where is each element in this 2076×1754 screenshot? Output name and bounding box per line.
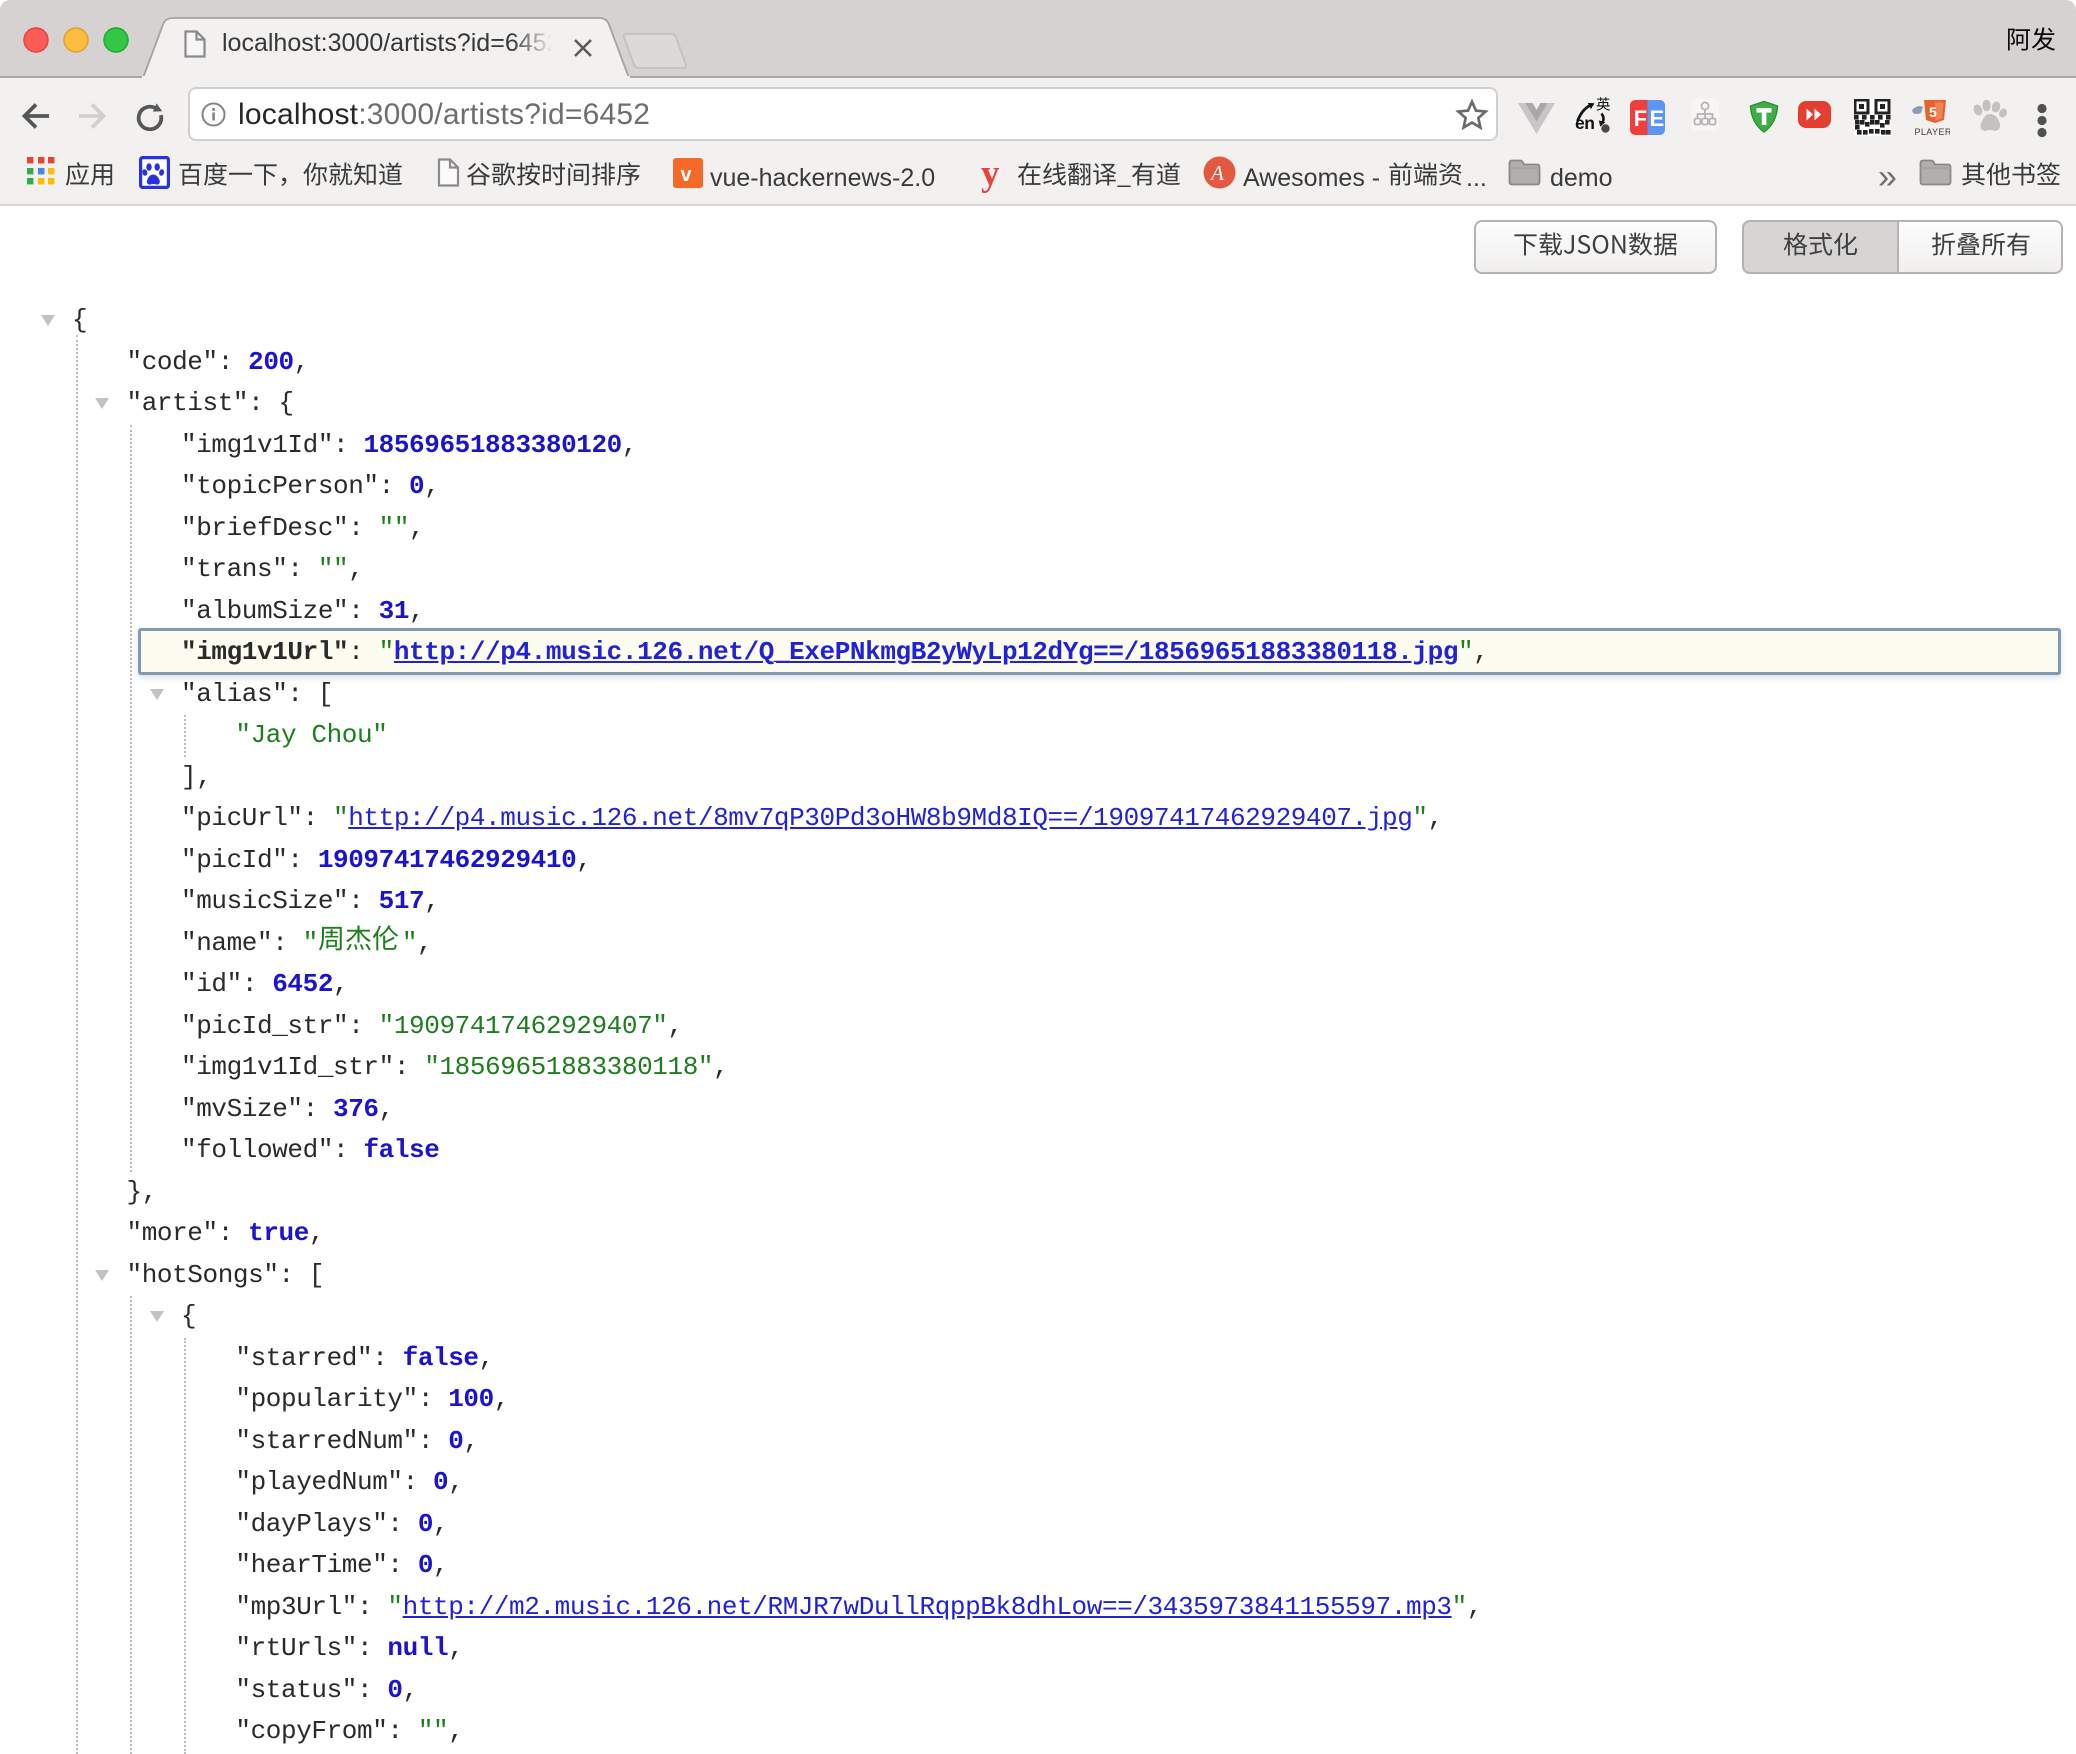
svg-text:v: v [681, 164, 693, 186]
svg-text:E: E [1650, 106, 1665, 131]
svg-text:PLAYER: PLAYER [1915, 127, 1951, 137]
svg-text:F: F [1634, 106, 1647, 131]
svg-text:5: 5 [1929, 104, 1937, 120]
svg-text:A: A [1209, 161, 1224, 185]
